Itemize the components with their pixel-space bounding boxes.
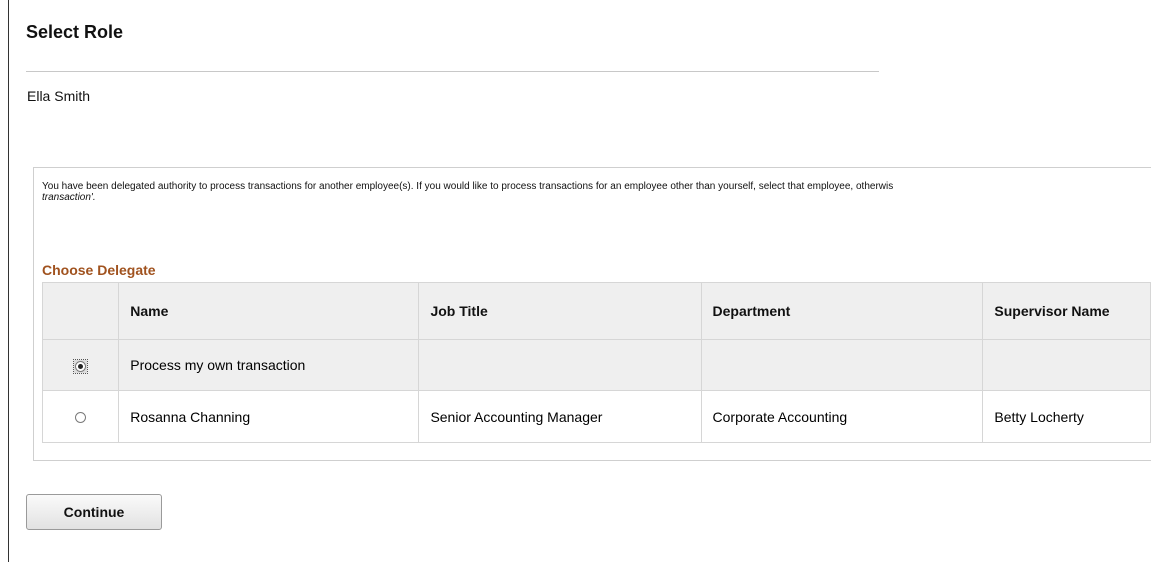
- supervisor-cell: [982, 339, 1151, 391]
- delegate-name-cell: Process my own transaction: [118, 339, 420, 391]
- row-select-cell[interactable]: [41, 339, 120, 391]
- delegation-instructions: You have been delegated authority to pro…: [42, 181, 1151, 203]
- current-user-name: Ella Smith: [27, 88, 91, 104]
- table-row[interactable]: Rosanna Channing Senior Accounting Manag…: [41, 390, 1151, 443]
- department-cell: [700, 339, 984, 391]
- column-header-name: Name: [118, 282, 420, 340]
- page-title: Select Role: [26, 22, 124, 42]
- title-divider: [26, 71, 879, 72]
- instructions-line-1: You have been delegated authority to pro…: [42, 181, 894, 192]
- job-title-cell: [418, 339, 702, 391]
- select-role-page: Select Role Ella Smith You have been del…: [0, 0, 1151, 562]
- radio-focus-ring: [73, 358, 89, 374]
- delegate-table: Name Job Title Department Supervisor Nam…: [41, 282, 1151, 443]
- supervisor-cell: Betty Locherty: [982, 390, 1151, 443]
- table-row[interactable]: Process my own transaction: [41, 339, 1151, 391]
- continue-button[interactable]: Continue: [26, 494, 162, 530]
- column-header-job-title: Job Title: [418, 282, 702, 340]
- department-cell: Corporate Accounting: [700, 390, 984, 443]
- column-header-supervisor-name: Supervisor Name: [982, 282, 1151, 340]
- job-title-cell: Senior Accounting Manager: [418, 390, 702, 443]
- column-header-select: [41, 282, 120, 340]
- row-select-cell[interactable]: [41, 390, 120, 443]
- left-border: [8, 0, 9, 562]
- choose-delegate-title: Choose Delegate: [42, 262, 156, 278]
- select-own-transaction-radio[interactable]: [75, 360, 87, 372]
- delegate-name-cell: Rosanna Channing: [118, 390, 420, 443]
- table-header-row: Name Job Title Department Supervisor Nam…: [41, 282, 1151, 340]
- select-rosanna-channing-radio[interactable]: [75, 412, 87, 424]
- instructions-line-2: transaction'.: [42, 192, 96, 203]
- column-header-department: Department: [700, 282, 984, 340]
